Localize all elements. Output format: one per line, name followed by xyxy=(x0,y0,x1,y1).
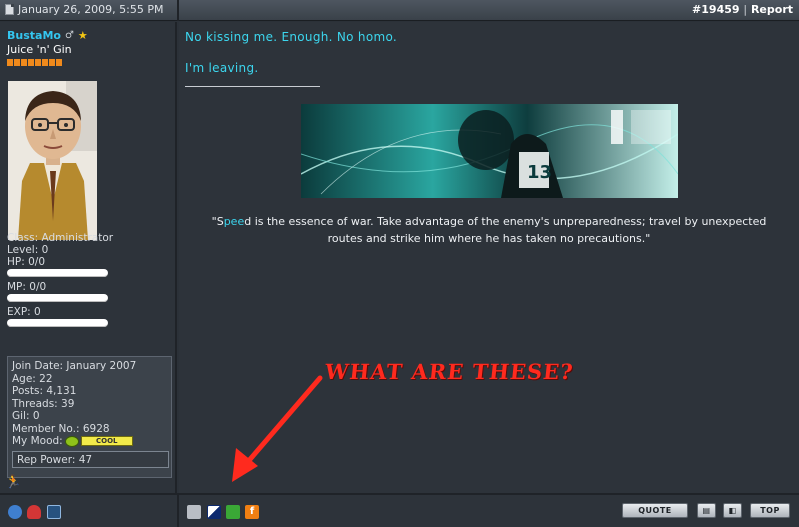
avatar xyxy=(8,81,97,240)
post-date-text: January 26, 2009, 5:55 PM xyxy=(18,3,164,16)
thread-count: Threads: 39 xyxy=(12,397,75,410)
reputation-pip xyxy=(21,59,27,66)
member-number: Member No.: 6928 xyxy=(12,422,110,435)
msn-icon[interactable] xyxy=(207,505,221,519)
reputation-pip xyxy=(35,59,41,66)
exp-line: EXP: 0 xyxy=(7,306,41,318)
reputation-pip xyxy=(7,59,13,66)
annotation-text: WHAT ARE THESE? xyxy=(323,359,575,384)
header-divider xyxy=(177,0,179,21)
xfire-icon[interactable]: f xyxy=(245,505,259,519)
quote-button[interactable]: QUOTE xyxy=(622,503,688,518)
report-link[interactable]: Report xyxy=(751,3,793,16)
profile-icon[interactable] xyxy=(27,505,41,519)
signature-banner: 13 xyxy=(301,104,678,198)
mood-face-icon xyxy=(64,435,79,447)
mood-badge: COOL xyxy=(80,436,133,447)
exp-bar xyxy=(7,319,108,327)
post-number-area: #19459 | Report xyxy=(692,3,793,16)
hp-line: HP: 0/0 xyxy=(7,256,46,268)
gil: Gil: 0 xyxy=(12,410,40,422)
top-button[interactable]: TOP xyxy=(750,503,790,518)
reputation-pip xyxy=(42,59,48,66)
avatar-image xyxy=(8,81,97,240)
mp-line: MP: 0/0 xyxy=(7,281,47,293)
user-stats: Class: Administrator Level: 0 HP: 0/0 MP… xyxy=(7,232,113,331)
star-icon: ★ xyxy=(77,29,88,42)
search-user-icon[interactable] xyxy=(8,505,22,519)
post-content: No kissing me. Enough. No homo. I'm leav… xyxy=(179,22,799,493)
class-line: Class: Administrator xyxy=(7,232,114,244)
mood-label: My Mood: xyxy=(12,435,63,447)
quote-highlight: pee xyxy=(223,215,245,228)
reputation-pip xyxy=(14,59,20,66)
reputation-pip xyxy=(56,59,62,66)
edit-button[interactable]: ▤ xyxy=(697,503,716,518)
footer-divider xyxy=(177,495,179,527)
post-date: January 26, 2009, 5:55 PM xyxy=(5,3,164,16)
user-info-panel: BustaMo ♂ ★ Juice 'n' Gin Class: Adminis… xyxy=(0,22,177,493)
post-number-link[interactable]: #19459 xyxy=(692,3,740,16)
post-line-2: I'm leaving. xyxy=(185,61,259,75)
level-line: Level: 0 xyxy=(7,244,49,256)
post-line-1: No kissing me. Enough. No homo. xyxy=(185,30,397,44)
quote-start: "S xyxy=(211,215,224,228)
post-icon xyxy=(5,4,14,15)
join-date: Join Date: January 2007 xyxy=(12,360,137,372)
reputation-pip xyxy=(49,59,55,66)
chat-icon[interactable] xyxy=(226,505,240,519)
username-link[interactable]: BustaMo xyxy=(7,29,61,42)
mp-bar xyxy=(7,294,108,302)
signature-banner-image: 13 xyxy=(301,104,678,198)
online-status-icon: 🏃 xyxy=(5,475,22,490)
user-details-box: Join Date: January 2007 Age: 22 Posts: 4… xyxy=(7,356,172,478)
age: Age: 22 xyxy=(12,372,53,385)
post-footer: f QUOTE ▤ ◧ TOP xyxy=(0,493,799,527)
reputation-bar xyxy=(7,59,62,66)
post-count: Posts: 4,131 xyxy=(12,385,77,397)
rep-power: Rep Power: 47 xyxy=(12,450,169,468)
friends-icon[interactable] xyxy=(187,505,201,519)
post-header: January 26, 2009, 5:55 PM #19459 | Repor… xyxy=(0,0,799,21)
svg-text:13: 13 xyxy=(527,162,552,183)
signature-divider xyxy=(185,86,320,87)
user-title: Juice 'n' Gin xyxy=(7,43,72,56)
hp-bar xyxy=(7,269,108,277)
username-row: BustaMo ♂ ★ xyxy=(7,29,88,42)
quote-rest: d is the essence of war. Take advantage … xyxy=(244,215,767,245)
mood-row: My Mood: COOL xyxy=(12,435,167,448)
multiquote-button[interactable]: ◧ xyxy=(723,503,742,518)
gender-icon: ♂ xyxy=(64,30,74,41)
homepage-icon[interactable] xyxy=(47,505,61,519)
signature-quote: "Speed is the essence of war. Take advan… xyxy=(199,213,779,247)
header-separator: | xyxy=(743,3,748,16)
reputation-pip xyxy=(28,59,34,66)
